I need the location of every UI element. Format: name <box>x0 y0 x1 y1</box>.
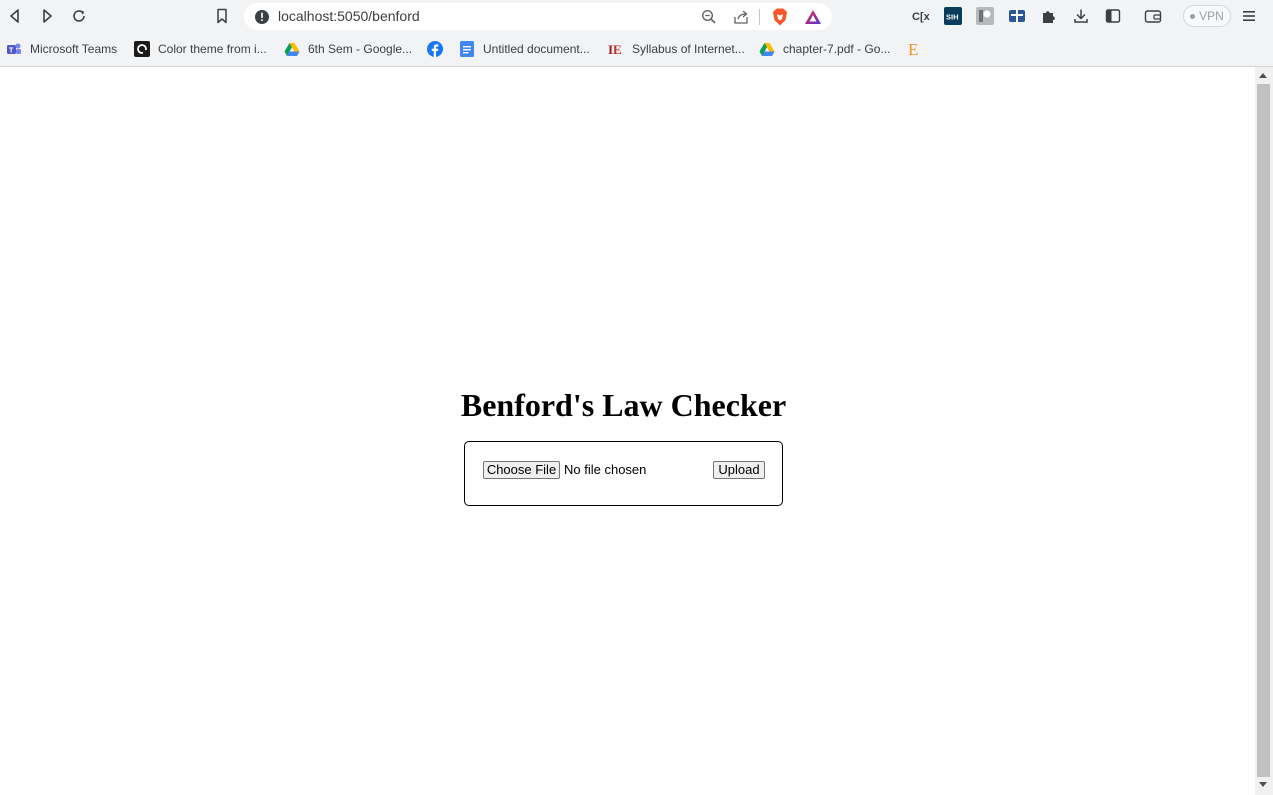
back-icon[interactable] <box>3 4 27 28</box>
scrollbar-thumb[interactable] <box>1257 84 1270 777</box>
browser-toolbar: localhost:5050/benford C[x] SIH <box>0 0 1273 33</box>
ioe-icon: IE <box>608 41 624 57</box>
svg-text:C[x]: C[x] <box>912 11 930 23</box>
bookmark-label: 6th Sem - Google... <box>308 42 413 56</box>
vpn-button[interactable]: VPN <box>1183 5 1231 27</box>
address-bar[interactable]: localhost:5050/benford <box>244 3 832 30</box>
svg-text:E: E <box>613 42 622 57</box>
bookmark-icon[interactable] <box>210 4 234 28</box>
translate-extension-icon[interactable] <box>1007 6 1027 26</box>
bookmark-6th-sem-drive[interactable]: 6th Sem - Google... <box>284 39 412 59</box>
brave-shields-icon[interactable] <box>770 7 790 27</box>
bookmark-label: Untitled document... <box>483 42 590 56</box>
bookmark-label: Microsoft Teams <box>30 42 118 56</box>
e-letter-icon: E <box>907 40 923 58</box>
page-title: Benford's Law Checker <box>460 387 787 423</box>
bookmark-label: Color theme from i... <box>158 42 267 56</box>
profile-extension-icon[interactable] <box>975 6 995 26</box>
sih-extension-icon[interactable]: SIH <box>943 6 963 26</box>
google-drive-icon <box>284 41 300 57</box>
teams-icon: T <box>6 41 22 57</box>
wallet-icon[interactable] <box>1143 6 1163 26</box>
bookmark-e[interactable]: E <box>907 39 923 59</box>
bookmark-facebook[interactable] <box>427 39 443 59</box>
extensions-puzzle-icon[interactable] <box>1039 6 1059 26</box>
scroll-down-arrow-icon[interactable] <box>1259 782 1267 787</box>
omnibox-divider <box>759 9 760 25</box>
facebook-icon <box>427 41 443 57</box>
color-theme-icon <box>134 41 150 57</box>
brave-rewards-icon[interactable] <box>803 7 823 27</box>
downloads-icon[interactable] <box>1071 6 1091 26</box>
bookmark-syllabus[interactable]: IE Syllabus of Internet... <box>608 39 745 59</box>
reload-icon[interactable] <box>67 4 91 28</box>
bookmark-label: Syllabus of Internet... <box>632 42 745 56</box>
bookmarks-bar: T Microsoft Teams Color theme from i... … <box>0 33 1273 67</box>
google-docs-icon <box>459 41 475 57</box>
svg-text:E: E <box>908 40 918 58</box>
forward-icon[interactable] <box>35 4 59 28</box>
upload-form: Choose File No file chosen Upload <box>464 441 783 506</box>
bookmark-label: chapter-7.pdf - Go... <box>783 42 891 56</box>
formula-extension-icon[interactable]: C[x] <box>911 6 931 26</box>
vertical-scrollbar[interactable] <box>1255 67 1273 795</box>
zoom-icon[interactable] <box>699 7 719 27</box>
file-status-text: No file chosen <box>564 462 647 477</box>
google-drive-icon <box>759 41 775 57</box>
svg-text:SIH: SIH <box>946 13 959 22</box>
menu-icon[interactable] <box>1239 6 1259 26</box>
bookmark-microsoft-teams[interactable]: T Microsoft Teams <box>6 39 117 59</box>
upload-button[interactable]: Upload <box>713 461 765 479</box>
bookmark-chapter-7[interactable]: chapter-7.pdf - Go... <box>759 39 890 59</box>
choose-file-button[interactable]: Choose File <box>483 461 560 479</box>
vpn-status-icon <box>1190 13 1196 19</box>
page-viewport: Benford's Law Checker Choose File No fil… <box>0 67 1255 795</box>
svg-text:T: T <box>9 48 14 55</box>
scroll-up-arrow-icon[interactable] <box>1259 73 1267 78</box>
bookmark-color-theme[interactable]: Color theme from i... <box>134 39 267 59</box>
sidebar-icon[interactable] <box>1103 6 1123 26</box>
vpn-label: VPN <box>1199 9 1224 23</box>
site-info-icon[interactable] <box>252 7 272 27</box>
url-text[interactable]: localhost:5050/benford <box>278 3 420 30</box>
share-icon[interactable] <box>731 7 751 27</box>
bookmark-untitled-document[interactable]: Untitled document... <box>459 39 590 59</box>
